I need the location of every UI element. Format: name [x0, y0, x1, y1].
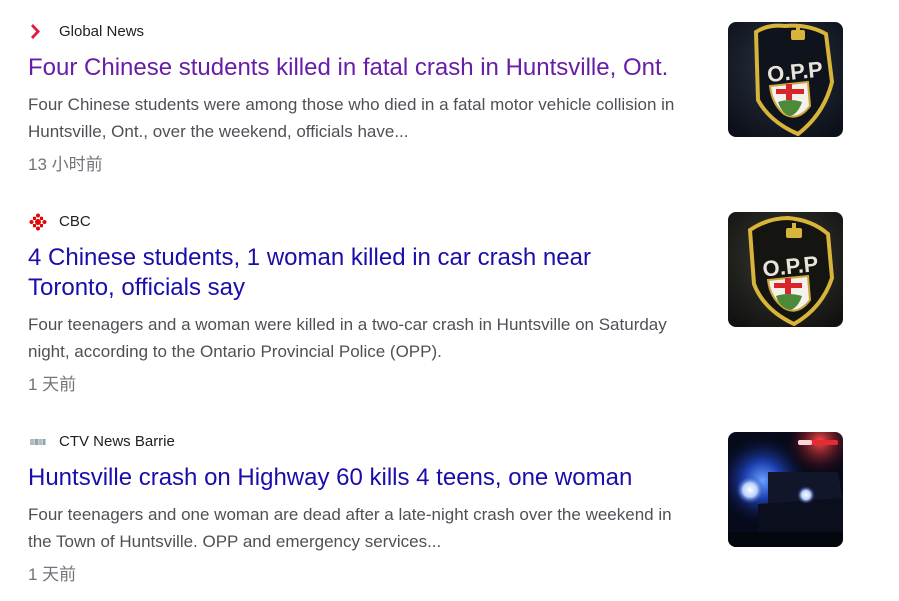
snippet: Four Chinese students were among those w… [28, 91, 708, 145]
snippet-line: Four teenagers and a woman were killed i… [28, 315, 667, 334]
snippet-line: Huntsville, Ont., over the weekend, offi… [28, 122, 409, 141]
source-row[interactable]: Global News [29, 22, 144, 42]
headline-line: 4 Chinese students, 1 woman killed in ca… [28, 244, 591, 271]
timestamp: 13 小时前 [28, 155, 103, 174]
cbc-gem-icon [29, 213, 47, 231]
source-row[interactable]: CBC [29, 212, 91, 232]
snippet: Four teenagers and a woman were killed i… [28, 311, 708, 365]
thumbnail-opp-badge[interactable]: O.P.P [728, 22, 843, 137]
thumbnail-opp-badge[interactable]: O.P.P [728, 212, 843, 327]
timestamp: 1 天前 [28, 375, 77, 394]
snippet: Four teenagers and one woman are dead af… [28, 501, 708, 555]
source-name: Global News [59, 23, 145, 40]
timestamp: 1 天前 [28, 565, 77, 584]
thumbnail-police-lights[interactable] [728, 432, 843, 547]
source-name: CTV News Barrie [59, 433, 175, 450]
headline-link[interactable]: 4 Chinese students, 1 woman killed in ca… [28, 243, 718, 303]
global-news-icon [29, 23, 47, 41]
snippet-line: Four teenagers and one woman are dead af… [28, 505, 672, 524]
snippet-line: night, according to the Ontario Provinci… [28, 342, 442, 361]
headline-link[interactable]: Four Chinese students killed in fatal cr… [28, 53, 718, 83]
headline-line: Toronto, officials say [28, 274, 245, 301]
headline-link[interactable]: Huntsville crash on Highway 60 kills 4 t… [28, 463, 718, 493]
snippet-line: the Town of Huntsville. OPP and emergenc… [28, 532, 442, 551]
source-row[interactable]: CTV News Barrie [29, 432, 175, 452]
snippet-line: Four Chinese students were among those w… [28, 95, 675, 114]
ctv-news-icon [29, 433, 47, 451]
source-name: CBC [59, 213, 91, 230]
